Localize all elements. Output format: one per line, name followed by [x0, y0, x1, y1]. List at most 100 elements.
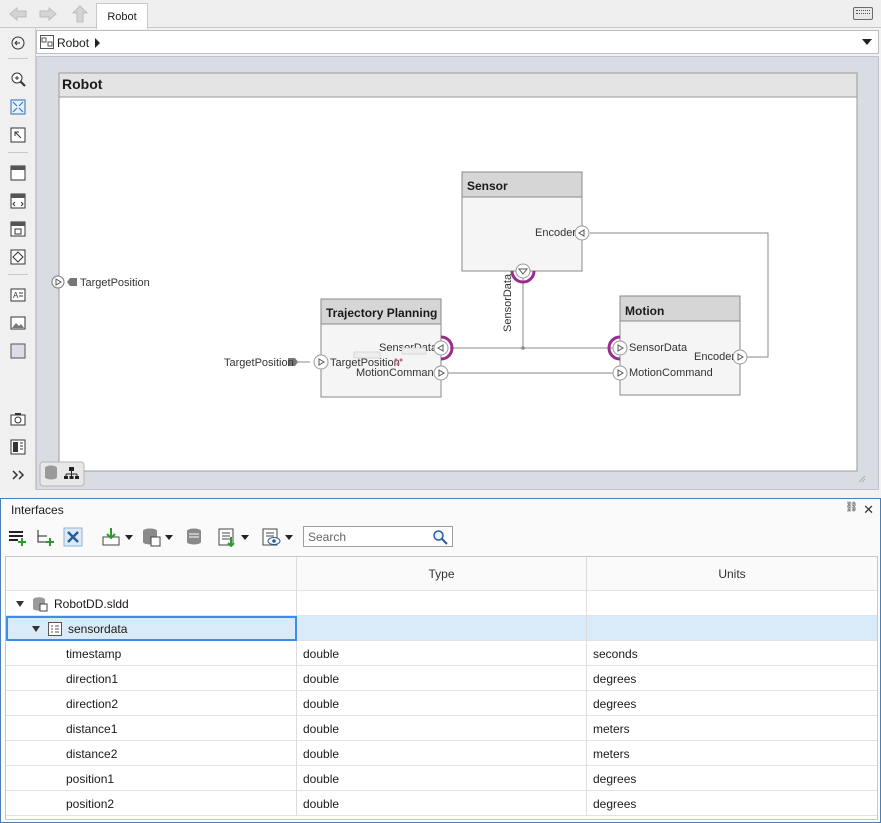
element-units[interactable]: seconds — [587, 641, 877, 666]
table-row[interactable]: position1 double degrees — [6, 766, 877, 791]
canvas-view-buttons — [39, 461, 85, 487]
element-type[interactable]: double — [297, 741, 587, 766]
add-element-button[interactable] — [35, 526, 55, 548]
element-type[interactable]: double — [297, 691, 587, 716]
root-frame — [58, 72, 858, 472]
collapse-triangle-icon[interactable] — [32, 625, 40, 632]
motion-motioncommand-port[interactable] — [612, 365, 628, 381]
tp-motioncommand-port[interactable] — [433, 365, 449, 381]
view-button[interactable] — [261, 526, 293, 548]
up-arrow-icon[interactable] — [70, 5, 90, 23]
column-header-units[interactable]: Units — [587, 557, 877, 591]
arrow-to-corner-icon[interactable] — [9, 126, 27, 144]
element-units[interactable]: meters — [587, 741, 877, 766]
chevron-down-icon[interactable] — [125, 534, 133, 540]
keyboard-icon[interactable] — [853, 7, 873, 20]
external-port-label: TargetPosition — [224, 357, 294, 369]
element-units[interactable]: degrees — [587, 691, 877, 716]
close-icon[interactable]: ✕ — [863, 502, 874, 518]
element-name: direction1 — [6, 666, 297, 691]
pin-icon[interactable]: ⛓ — [845, 502, 858, 513]
motion-encoder-label: Encoder — [694, 351, 735, 363]
chevron-down-icon[interactable] — [241, 534, 249, 540]
report-icon[interactable] — [9, 438, 27, 456]
save-dictionary-button[interactable] — [183, 526, 203, 548]
svg-text:A: A — [13, 291, 19, 300]
motion-sensordata-label: SensorData — [629, 342, 688, 354]
root-title-bar — [58, 72, 858, 98]
motion-component[interactable]: Motion SensorData Encoder MotionCommand — [607, 295, 748, 396]
save-dictionary-icon — [187, 528, 201, 545]
annotation-icon[interactable]: A — [9, 286, 27, 304]
table-row[interactable]: distance1 double meters — [6, 716, 877, 741]
motion-encoder-port[interactable] — [732, 349, 748, 365]
dictionary-row[interactable]: RobotDD.sldd — [6, 591, 877, 616]
element-type[interactable]: double — [297, 666, 587, 691]
interface-row[interactable]: sensordata — [6, 616, 877, 641]
element-type[interactable]: double — [297, 716, 587, 741]
expand-toolbar-icon[interactable] — [9, 466, 27, 484]
area-icon[interactable] — [9, 342, 27, 360]
table-row[interactable]: position2 double degrees — [6, 791, 877, 816]
collapse-triangle-icon[interactable] — [16, 600, 24, 607]
trajectory-planning-component[interactable]: Trajectory Planning SensorData TargetPos… — [313, 298, 454, 398]
chevron-down-icon[interactable] — [165, 534, 173, 540]
element-units[interactable]: degrees — [587, 666, 877, 691]
element-name: distance2 — [6, 741, 297, 766]
element-type[interactable]: double — [297, 791, 587, 816]
search-icon[interactable] — [432, 529, 448, 545]
model-icon — [40, 35, 54, 49]
address-bar[interactable]: Robot — [36, 30, 879, 54]
add-interface-button[interactable] — [7, 526, 27, 548]
element-type[interactable]: double — [297, 766, 587, 791]
search-box[interactable] — [303, 526, 453, 547]
view-icon — [262, 528, 281, 546]
data-dictionary-icon — [33, 596, 48, 611]
hide-browser-icon[interactable] — [9, 34, 27, 52]
panel-splitter[interactable] — [0, 490, 881, 498]
vertical-port-label: SensorData — [502, 273, 514, 332]
root-title: Robot — [62, 76, 103, 92]
tab-robot[interactable]: Robot — [96, 3, 148, 29]
interfaces-toolbar — [5, 524, 875, 550]
add-element-icon — [37, 530, 54, 546]
element-type[interactable]: double — [297, 641, 587, 666]
search-input[interactable] — [304, 527, 428, 546]
component-icon[interactable] — [9, 164, 27, 182]
back-arrow-icon[interactable] — [8, 5, 28, 23]
root-port[interactable] — [51, 275, 65, 289]
import-button[interactable] — [101, 526, 133, 548]
chevron-down-icon[interactable] — [285, 534, 293, 540]
column-header-type[interactable]: Type — [297, 557, 587, 591]
forward-arrow-icon[interactable] — [38, 5, 58, 23]
port-assign-button[interactable] — [217, 526, 249, 548]
adapter-icon[interactable] — [9, 248, 27, 266]
variant-component-icon[interactable] — [9, 220, 27, 238]
column-header-name[interactable] — [6, 557, 297, 591]
dictionary-button[interactable] — [141, 526, 173, 548]
breadcrumb-arrow-icon[interactable] — [95, 38, 100, 48]
fit-to-view-icon[interactable] — [9, 98, 27, 116]
breadcrumb[interactable]: Robot — [57, 36, 89, 50]
sensor-title: Sensor — [467, 179, 508, 193]
port-assign-icon — [218, 528, 235, 547]
tp-targetposition-port[interactable] — [313, 354, 329, 370]
sensor-component[interactable]: Sensor Encoder — [461, 171, 590, 284]
element-units[interactable]: degrees — [587, 791, 877, 816]
table-row[interactable]: distance2 double meters — [6, 741, 877, 766]
element-units[interactable]: meters — [587, 716, 877, 741]
delete-button[interactable] — [63, 526, 83, 548]
reference-component-icon[interactable] — [9, 192, 27, 210]
architecture-diagram[interactable]: Robot TargetPosition Sensor Encoder Sens… — [36, 56, 879, 490]
image-icon[interactable] — [9, 314, 27, 332]
chevron-down-icon[interactable] — [862, 39, 872, 45]
element-units[interactable]: degrees — [587, 766, 877, 791]
database-icon[interactable] — [45, 465, 57, 480]
table-row[interactable]: timestamp double seconds — [6, 641, 877, 666]
zoom-in-icon[interactable] — [9, 70, 27, 88]
camera-icon[interactable] — [9, 410, 27, 428]
sensor-encoder-port[interactable] — [574, 225, 590, 241]
element-name: distance1 — [6, 716, 297, 741]
table-row[interactable]: direction2 double degrees — [6, 691, 877, 716]
table-row[interactable]: direction1 double degrees — [6, 666, 877, 691]
